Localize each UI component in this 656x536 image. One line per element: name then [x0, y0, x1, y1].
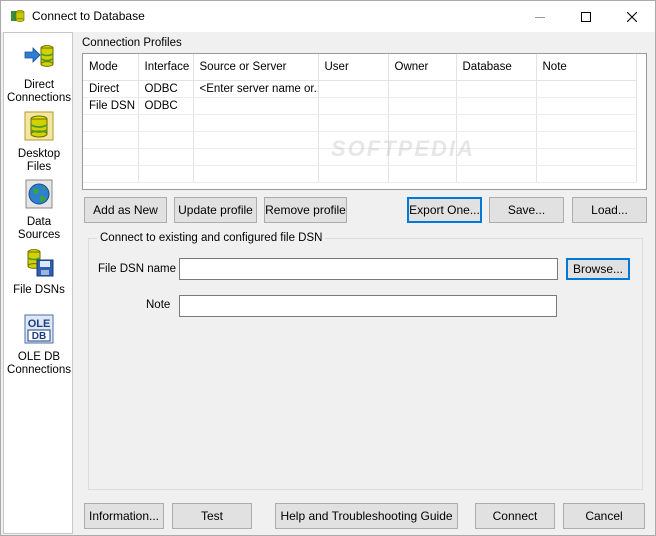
globe-icon: [25, 179, 53, 209]
column-header-database[interactable]: Database: [456, 54, 537, 81]
minimize-icon: [535, 16, 545, 18]
help-troubleshooting-button[interactable]: Help and Troubleshooting Guide: [275, 503, 458, 529]
cell-mode: Direct: [83, 80, 139, 98]
save-button[interactable]: Save...: [489, 197, 564, 223]
sidebar-label: OLE DB Connections: [7, 351, 71, 376]
cell-source: [193, 97, 319, 115]
browse-button[interactable]: Browse...: [566, 258, 630, 280]
watermark: SOFTPEDIA: [331, 136, 475, 161]
cell-owner: [388, 80, 457, 98]
cell-owner: [388, 97, 457, 115]
table-row[interactable]: File DSN ODBC: [83, 97, 637, 115]
column-header-mode[interactable]: Mode: [83, 54, 139, 81]
column-header-owner[interactable]: Owner: [388, 54, 457, 81]
svg-text:OLE: OLE: [28, 318, 51, 330]
cell-note: [536, 80, 637, 98]
title-bar: Connect to Database: [1, 1, 655, 32]
update-profile-button[interactable]: Update profile: [174, 197, 257, 223]
connection-type-sidebar: Direct Connections Desktop Files Data So…: [3, 32, 73, 534]
connection-profiles-grid[interactable]: Mode Interface Source or Server User Own…: [82, 53, 647, 190]
note-label: Note: [146, 299, 171, 311]
column-header-interface[interactable]: Interface: [138, 54, 194, 81]
close-button[interactable]: [609, 1, 655, 32]
information-button[interactable]: Information...: [84, 503, 164, 529]
sidebar-label: File DSNs: [13, 284, 65, 296]
minimize-button[interactable]: [517, 1, 563, 32]
column-header-note[interactable]: Note: [536, 54, 637, 81]
profiles-table: Mode Interface Source or Server User Own…: [83, 54, 637, 183]
sidebar-label: Desktop Files: [17, 148, 61, 173]
maximize-button[interactable]: [563, 1, 609, 32]
cell-source: <Enter server name or...: [193, 80, 319, 98]
oledb-icon: OLE DB: [24, 314, 54, 344]
arrow-database-icon: [24, 45, 54, 67]
remove-profile-button[interactable]: Remove profile: [264, 197, 347, 223]
column-header-source[interactable]: Source or Server: [193, 54, 319, 81]
add-as-new-button[interactable]: Add as New: [84, 197, 167, 223]
connection-profiles-label: Connection Profiles: [82, 37, 182, 49]
sidebar-label: Direct Connections: [7, 79, 71, 104]
cell-interface: ODBC: [138, 80, 194, 98]
file-dsn-name-label: File DSN name: [98, 263, 176, 275]
maximize-icon: [581, 11, 591, 22]
cell-user: [318, 97, 389, 115]
file-dsn-group-label: Connect to existing and configured file …: [97, 232, 326, 244]
note-input[interactable]: [179, 295, 557, 317]
table-row[interactable]: Direct ODBC <Enter server name or...: [83, 80, 637, 98]
file-dsn-name-input[interactable]: [179, 258, 558, 280]
sidebar-item-data-sources[interactable]: Data Sources: [4, 178, 74, 242]
cell-note: [536, 97, 637, 115]
connect-dialog: Connect to Database Direct Connections D…: [0, 0, 656, 536]
cancel-button[interactable]: Cancel: [563, 503, 645, 529]
test-button[interactable]: Test: [172, 503, 252, 529]
empty-row: [83, 114, 637, 132]
export-one-button[interactable]: Export One...: [407, 197, 482, 223]
cell-user: [318, 80, 389, 98]
sidebar-item-direct-connections[interactable]: Direct Connections: [4, 41, 74, 105]
close-icon: [627, 11, 637, 22]
column-header-user[interactable]: User: [318, 54, 389, 81]
sidebar-item-desktop-files[interactable]: Desktop Files: [4, 110, 74, 174]
empty-row: [83, 165, 637, 183]
cell-mode: File DSN: [83, 97, 139, 115]
cell-database: [456, 97, 537, 115]
svg-text:DB: DB: [32, 331, 46, 342]
connect-button[interactable]: Connect: [475, 503, 555, 529]
file-dsn-icon: [27, 249, 54, 277]
sidebar-label: Data Sources: [17, 216, 61, 241]
database-files-icon: [24, 111, 54, 141]
app-database-icon: [11, 10, 25, 22]
cell-interface: ODBC: [138, 97, 194, 115]
table-header-row: Mode Interface Source or Server User Own…: [83, 54, 637, 81]
window-title: Connect to Database: [32, 9, 145, 23]
sidebar-item-ole-db-connections[interactable]: OLE DB OLE DB Connections: [4, 313, 74, 377]
cell-database: [456, 80, 537, 98]
sidebar-item-file-dsns[interactable]: File DSNs: [4, 246, 74, 297]
load-button[interactable]: Load...: [572, 197, 647, 223]
